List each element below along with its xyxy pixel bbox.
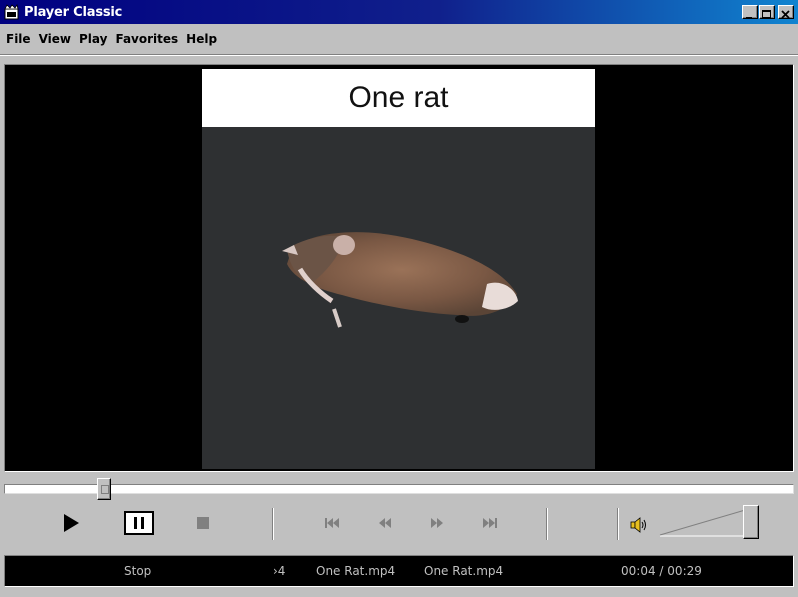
time-current: 00:04 <box>621 564 656 578</box>
video-caption: One rat <box>348 81 449 114</box>
controls-separator-2 <box>546 508 548 540</box>
controls-separator-1 <box>272 508 274 540</box>
status-file-name-repeat: One Rat.mp4 <box>424 564 504 578</box>
play-button[interactable] <box>56 508 86 538</box>
video-caption-box: One rat <box>202 69 595 127</box>
status-bar: Stop ›4 One Rat.mp4 One Rat.mp4 00:04 / … <box>4 555 794 587</box>
stop-button[interactable] <box>192 512 214 534</box>
rewind-icon <box>379 518 391 528</box>
menu-favorites[interactable]: Favorites <box>111 32 182 46</box>
volume-slider-track[interactable] <box>658 506 754 538</box>
mute-button[interactable] <box>628 514 650 536</box>
previous-button[interactable] <box>321 512 343 534</box>
fast-forward-button[interactable] <box>426 512 448 534</box>
rat-image <box>282 232 518 328</box>
window-title: Player Classic <box>24 4 123 20</box>
play-icon <box>64 514 79 532</box>
next-button[interactable] <box>479 512 501 534</box>
status-scroll-fragment: ›4 <box>273 564 286 578</box>
pause-icon <box>134 517 144 529</box>
fast-forward-icon <box>431 518 443 528</box>
menu-bar: File View Play Favorites Help <box>0 26 798 52</box>
video-display[interactable]: One rat <box>4 64 794 472</box>
menu-help[interactable]: Help <box>182 32 221 46</box>
controls-separator-3 <box>617 508 619 540</box>
time-display: 00:04 / 00:29 <box>621 564 702 578</box>
seek-bar[interactable] <box>4 484 794 494</box>
menu-play[interactable]: Play <box>75 32 111 46</box>
speaker-icon <box>630 517 646 533</box>
menu-file[interactable]: File <box>2 32 35 46</box>
skip-previous-icon <box>325 518 339 528</box>
volume-slider-thumb[interactable] <box>743 505 759 539</box>
rewind-button[interactable] <box>374 512 396 534</box>
time-total: 00:29 <box>667 564 702 578</box>
close-button[interactable] <box>778 5 794 19</box>
skip-next-icon <box>483 518 497 528</box>
app-icon[interactable] <box>4 4 20 20</box>
stop-icon <box>197 517 209 529</box>
playback-state: Stop <box>124 564 152 578</box>
seek-thumb[interactable] <box>97 478 111 500</box>
menu-separator <box>0 54 798 56</box>
status-file-name: One Rat.mp4 <box>316 564 396 578</box>
title-bar: Player Classic <box>0 0 798 24</box>
minimize-button[interactable] <box>742 5 758 19</box>
time-separator: / <box>659 564 664 578</box>
video-frame-content: One rat <box>202 69 595 469</box>
pause-button[interactable] <box>124 511 154 535</box>
maximize-button[interactable] <box>759 5 775 19</box>
menu-view[interactable]: View <box>35 32 75 46</box>
